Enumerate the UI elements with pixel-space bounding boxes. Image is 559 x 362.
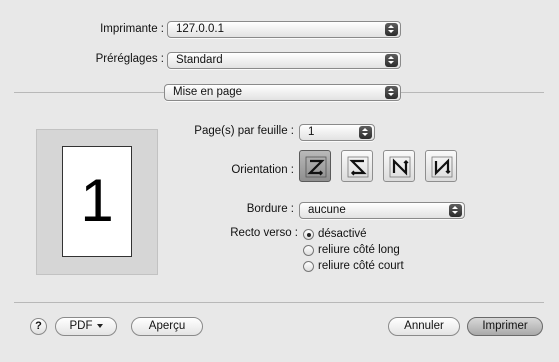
pages-per-sheet-label: Page(s) par feuille : bbox=[194, 125, 294, 137]
popup-arrows-icon bbox=[385, 23, 398, 36]
presets-select[interactable]: Standard bbox=[167, 52, 401, 69]
duplex-option-label: désactivé bbox=[318, 228, 367, 240]
panel-select[interactable]: Mise en page bbox=[164, 84, 401, 101]
duplex-label: Recto verso : bbox=[230, 227, 298, 239]
preview-page: 1 bbox=[62, 146, 132, 257]
presets-value: Standard bbox=[176, 54, 223, 66]
preview-page-number: 1 bbox=[80, 167, 114, 234]
layout-n-reversed-icon bbox=[431, 156, 453, 178]
help-button[interactable]: ? bbox=[30, 318, 47, 335]
pdf-button[interactable]: PDF bbox=[55, 317, 117, 336]
separator-bottom bbox=[14, 302, 544, 303]
orientation-label: Orientation : bbox=[231, 164, 294, 176]
printer-label: Imprimante : bbox=[100, 23, 164, 35]
print-button[interactable]: Imprimer bbox=[467, 317, 543, 336]
radio-icon bbox=[303, 261, 314, 272]
orientation-option-2[interactable] bbox=[341, 150, 373, 182]
border-label: Bordure : bbox=[246, 203, 294, 215]
orientation-option-4[interactable] bbox=[425, 150, 457, 182]
popup-arrows-icon bbox=[359, 126, 372, 139]
duplex-option-label: reliure côté court bbox=[318, 260, 404, 272]
pages-per-sheet-select[interactable]: 1 bbox=[299, 124, 375, 141]
printer-select[interactable]: 127.0.0.1 bbox=[167, 21, 401, 38]
preview-button[interactable]: Aperçu bbox=[131, 317, 203, 336]
pages-per-sheet-value: 1 bbox=[308, 126, 315, 138]
duplex-option-label: reliure côté long bbox=[318, 244, 400, 256]
popup-arrows-icon bbox=[385, 86, 398, 99]
popup-arrows-icon bbox=[385, 54, 398, 67]
duplex-option-off[interactable]: désactivé bbox=[303, 228, 463, 242]
popup-arrows-icon bbox=[449, 204, 462, 217]
border-value: aucune bbox=[308, 204, 346, 216]
duplex-option-short-edge[interactable]: reliure côté court bbox=[303, 260, 463, 274]
orientation-option-3[interactable] bbox=[383, 150, 415, 182]
page-preview: 1 bbox=[36, 129, 158, 275]
layout-n-icon bbox=[389, 156, 411, 178]
duplex-option-long-edge[interactable]: reliure côté long bbox=[303, 244, 463, 258]
border-select[interactable]: aucune bbox=[299, 202, 465, 219]
pdf-button-label: PDF bbox=[69, 320, 93, 332]
printer-value: 127.0.0.1 bbox=[176, 23, 224, 35]
radio-icon bbox=[303, 245, 314, 256]
radio-selected-icon bbox=[303, 229, 314, 240]
chevron-down-icon bbox=[96, 323, 103, 328]
layout-s-icon bbox=[347, 156, 369, 178]
print-dialog: Imprimante : 127.0.0.1 Préréglages : Sta… bbox=[0, 0, 559, 362]
presets-label: Préréglages : bbox=[95, 53, 164, 65]
panel-value: Mise en page bbox=[173, 86, 243, 98]
layout-z-icon bbox=[305, 156, 327, 178]
cancel-button[interactable]: Annuler bbox=[388, 317, 460, 336]
orientation-option-1[interactable] bbox=[299, 150, 331, 182]
